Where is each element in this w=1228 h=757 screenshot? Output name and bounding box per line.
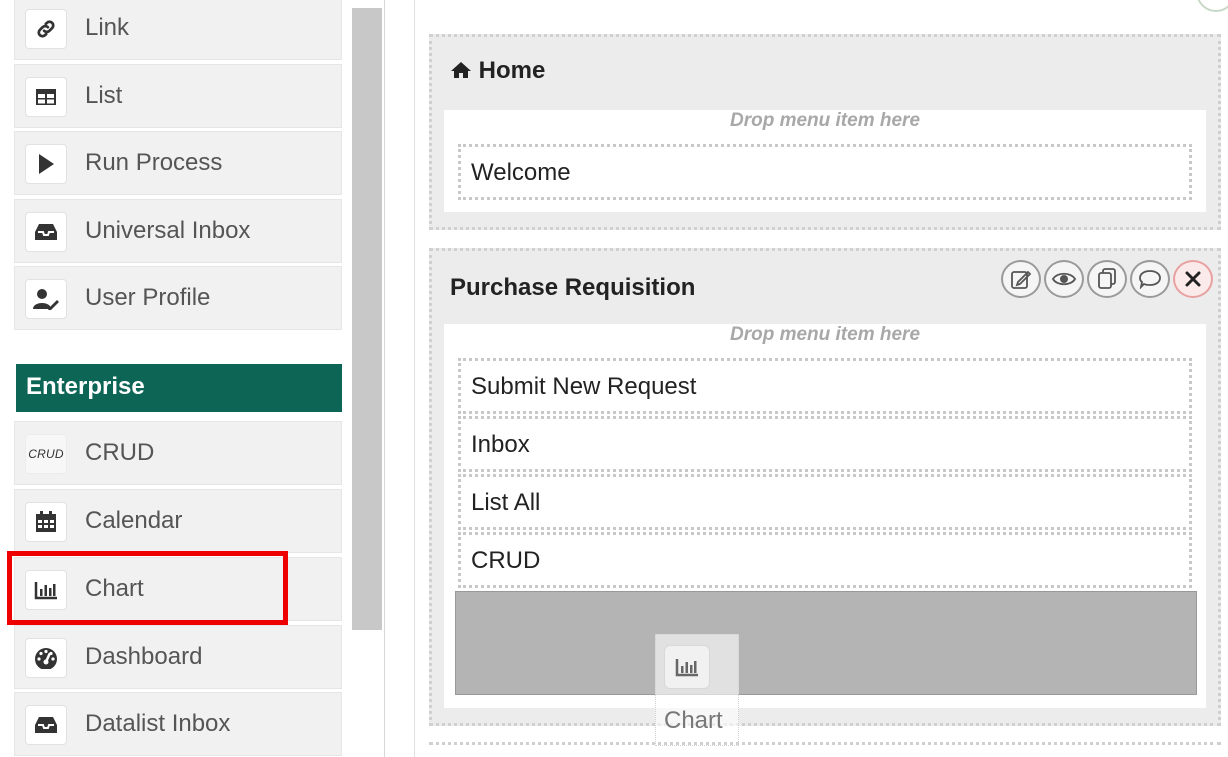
palette-item-label: Dashboard bbox=[85, 643, 203, 670]
menu-item-welcome[interactable]: Welcome bbox=[458, 144, 1192, 200]
menu-item-inbox[interactable]: Inbox bbox=[458, 416, 1192, 472]
menu-item-crud[interactable]: CRUD bbox=[458, 532, 1192, 588]
menu-item-label: Welcome bbox=[471, 159, 571, 186]
edit-button[interactable] bbox=[1001, 260, 1041, 298]
comment-icon bbox=[1139, 270, 1161, 289]
drop-hint: Drop menu item here bbox=[729, 110, 921, 131]
close-icon bbox=[1185, 271, 1201, 287]
palette-item-label: Datalist Inbox bbox=[85, 710, 231, 737]
copy-button[interactable] bbox=[1087, 260, 1127, 298]
palette-item-run-process[interactable]: Run Process bbox=[14, 131, 342, 195]
eye-icon bbox=[1052, 272, 1076, 286]
palette-item-list[interactable]: List bbox=[14, 64, 342, 128]
delete-button[interactable] bbox=[1173, 260, 1213, 298]
drop-placeholder bbox=[455, 591, 1197, 695]
menu-item-list-all[interactable]: List All bbox=[458, 474, 1192, 530]
play-icon bbox=[25, 144, 67, 184]
palette-item-user-profile[interactable]: User Profile bbox=[14, 266, 342, 330]
section-header-enterprise: Enterprise bbox=[16, 364, 342, 412]
palette-scrollbar[interactable] bbox=[352, 8, 382, 630]
palette-list: Link List Run Process Universal Inbox Us… bbox=[7, 0, 342, 757]
next-category-border bbox=[429, 742, 1221, 745]
menu-item-label: Submit New Request bbox=[471, 373, 697, 400]
table-icon bbox=[25, 77, 67, 117]
category-title-text: Purchase Requisition bbox=[450, 274, 696, 301]
category-title: Home bbox=[450, 57, 545, 85]
palette-item-link[interactable]: Link bbox=[14, 0, 342, 60]
crud-icon: CRUD bbox=[25, 434, 67, 474]
menu-item-submit-new-request[interactable]: Submit New Request bbox=[458, 358, 1192, 414]
palette-item-label: User Profile bbox=[85, 284, 211, 311]
palette-item-label: List bbox=[85, 82, 123, 109]
comment-button[interactable] bbox=[1130, 260, 1170, 298]
category-title-text: Home bbox=[478, 57, 546, 84]
menu-item-label: CRUD bbox=[471, 547, 541, 574]
palette-item-label: Run Process bbox=[85, 149, 223, 176]
link-icon bbox=[25, 9, 67, 49]
palette-item-calendar[interactable]: Calendar bbox=[14, 489, 342, 553]
home-icon bbox=[451, 62, 471, 78]
user-edit-icon bbox=[25, 279, 67, 319]
category-home[interactable]: Home Drop menu item here Welcome bbox=[429, 34, 1221, 230]
calendar-icon bbox=[25, 502, 67, 542]
palette-item-label: Calendar bbox=[85, 507, 183, 534]
corner-button[interactable] bbox=[1196, 0, 1228, 12]
palette-item-label: Universal Inbox bbox=[85, 217, 251, 244]
menu-item-label: List All bbox=[471, 489, 541, 516]
copy-icon bbox=[1098, 268, 1116, 289]
inbox-icon bbox=[25, 212, 67, 252]
drag-ghost-label: Chart bbox=[664, 707, 723, 734]
palette-item-crud[interactable]: CRUD CRUD bbox=[14, 421, 342, 485]
dashboard-icon bbox=[25, 638, 67, 678]
menu-canvas: Home Drop menu item here Welcome Purchas… bbox=[386, 0, 1228, 757]
palette-item-label: CRUD bbox=[85, 439, 155, 466]
drop-hint: Drop menu item here bbox=[729, 324, 921, 345]
edit-icon bbox=[1011, 270, 1032, 289]
canvas-frame: Home Drop menu item here Welcome Purchas… bbox=[414, 0, 1228, 757]
palette-item-universal-inbox[interactable]: Universal Inbox bbox=[14, 199, 342, 263]
palette-item-label: Link bbox=[85, 14, 130, 41]
menu-item-label: Inbox bbox=[471, 431, 530, 458]
drop-zone[interactable]: Drop menu item here Welcome bbox=[444, 110, 1206, 212]
palette-item-dashboard[interactable]: Dashboard bbox=[14, 625, 342, 689]
drag-ghost-chart[interactable]: Chart bbox=[655, 634, 739, 746]
menu-palette: Link List Run Process Universal Inbox Us… bbox=[0, 0, 385, 757]
preview-button[interactable] bbox=[1044, 260, 1084, 298]
chart-highlight-box bbox=[7, 551, 288, 625]
bar-chart-icon bbox=[664, 645, 710, 689]
inbox-icon bbox=[25, 705, 67, 745]
palette-item-datalist-inbox[interactable]: Datalist Inbox bbox=[14, 692, 342, 756]
